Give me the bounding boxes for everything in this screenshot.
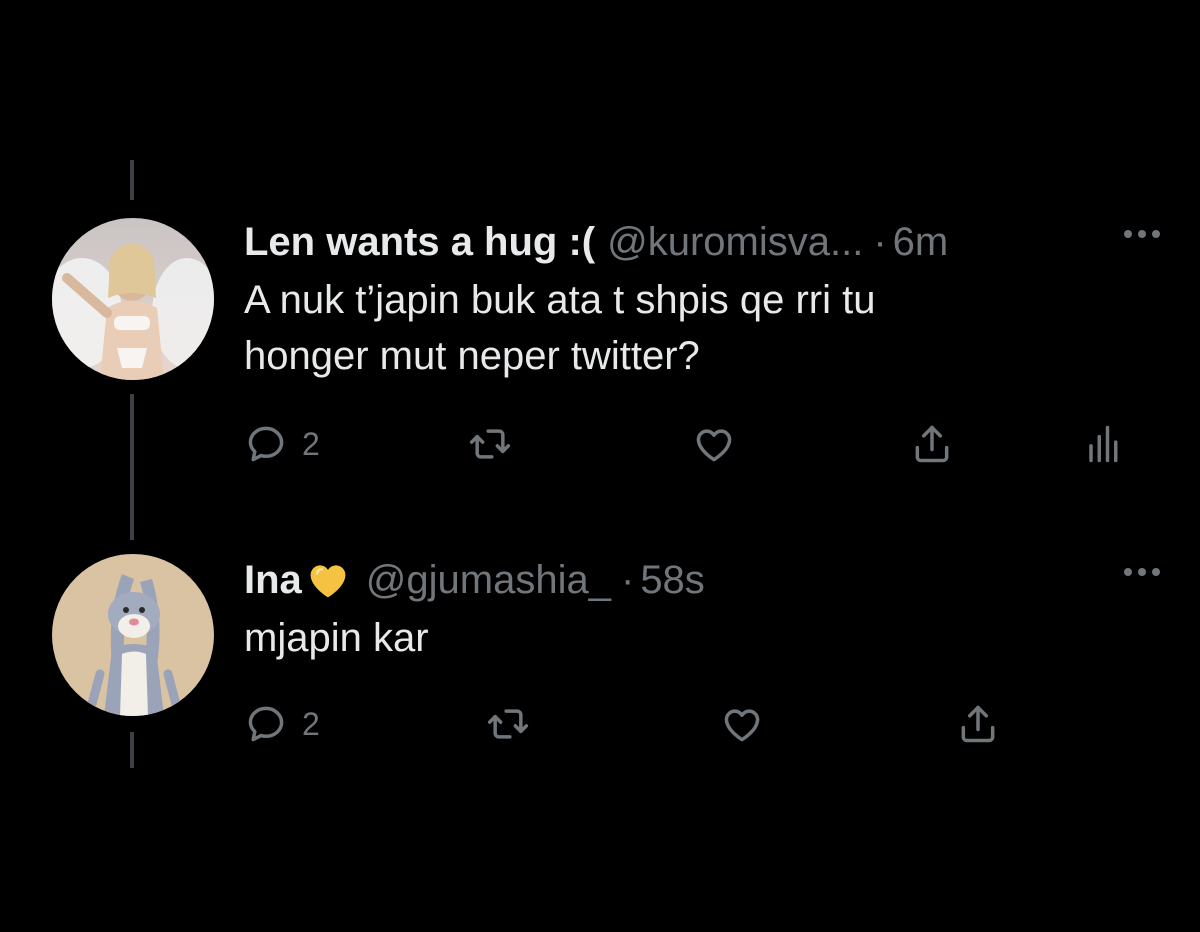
- heart-outline-icon: [696, 429, 732, 462]
- tweet-1-analytics-button[interactable]: [1080, 422, 1124, 466]
- tweet-1-handle[interactable]: @kuromisva...: [607, 220, 863, 265]
- yellow-heart-icon: [306, 558, 350, 602]
- tweet-1-reply-button[interactable]: 2: [244, 422, 320, 466]
- heart-outline-icon: [724, 709, 760, 742]
- tweet-1[interactable]: Len wants a hug :( @kuromisva... · 6m A …: [244, 216, 1160, 384]
- more-options-icon[interactable]: [1124, 568, 1160, 576]
- tweet-1-retweet-button[interactable]: [468, 422, 512, 466]
- avatar-len[interactable]: [52, 218, 214, 380]
- tweet-2-like-button[interactable]: [720, 702, 764, 746]
- tweet-2-display-name[interactable]: Ina: [244, 558, 302, 603]
- share-upload-icon: [961, 705, 995, 743]
- tweet-1-text-line-1: A nuk t’japin buk ata t shpis qe rri tu: [244, 278, 876, 322]
- speech-bubble-icon: [248, 706, 284, 742]
- avatar-woman-photo: [52, 218, 214, 380]
- more-options-icon[interactable]: [1124, 230, 1160, 238]
- bar-chart-icon: [1089, 425, 1118, 463]
- tweet-2-retweet-button[interactable]: [486, 702, 530, 746]
- tweet-2-share-button[interactable]: [956, 702, 1000, 746]
- avatar-bugs-bunny-cartoon: [52, 554, 214, 716]
- share-upload-icon: [915, 425, 949, 463]
- tweet-1-header: Len wants a hug :( @kuromisva... · 6m: [244, 216, 1160, 268]
- tweet-1-like-button[interactable]: [692, 422, 736, 466]
- tweet-2-reply-count: 2: [302, 705, 320, 742]
- tweet-2-header: Ina @gjumashia_ · 58s: [244, 554, 1160, 606]
- tweet-1-reply-count: 2: [302, 425, 320, 462]
- tweet-1-text: A nuk t’japin buk ata t shpis qe rri tu …: [244, 272, 1044, 384]
- retweet-icon: [469, 429, 511, 459]
- tweet-2-handle[interactable]: @gjumashia_: [366, 558, 611, 603]
- tweet-2-reply-button[interactable]: 2: [244, 702, 320, 746]
- thread-line-bottom: [130, 732, 134, 768]
- tweet-2-text: mjapin kar: [244, 610, 1044, 666]
- speech-bubble-icon: [248, 426, 284, 462]
- thread-line-top: [130, 160, 134, 200]
- thread-line-middle: [130, 394, 134, 540]
- tweet-1-timestamp[interactable]: 6m: [893, 220, 949, 265]
- avatar-ina[interactable]: [52, 554, 214, 716]
- tweet-1-separator: ·: [873, 219, 887, 264]
- retweet-icon: [487, 709, 529, 739]
- tweet-1-display-name[interactable]: Len wants a hug :(: [244, 220, 595, 265]
- tweet-2-text-line-1: mjapin kar: [244, 616, 429, 660]
- tweet-2[interactable]: Ina @gjumashia_ · 58s mjapin kar: [244, 554, 1160, 666]
- tweet-1-text-line-2: honger mut neper twitter?: [244, 334, 700, 378]
- tweet-2-timestamp[interactable]: 58s: [640, 558, 705, 603]
- tweet-1-share-button[interactable]: [910, 422, 954, 466]
- tweet-2-separator: ·: [620, 557, 635, 602]
